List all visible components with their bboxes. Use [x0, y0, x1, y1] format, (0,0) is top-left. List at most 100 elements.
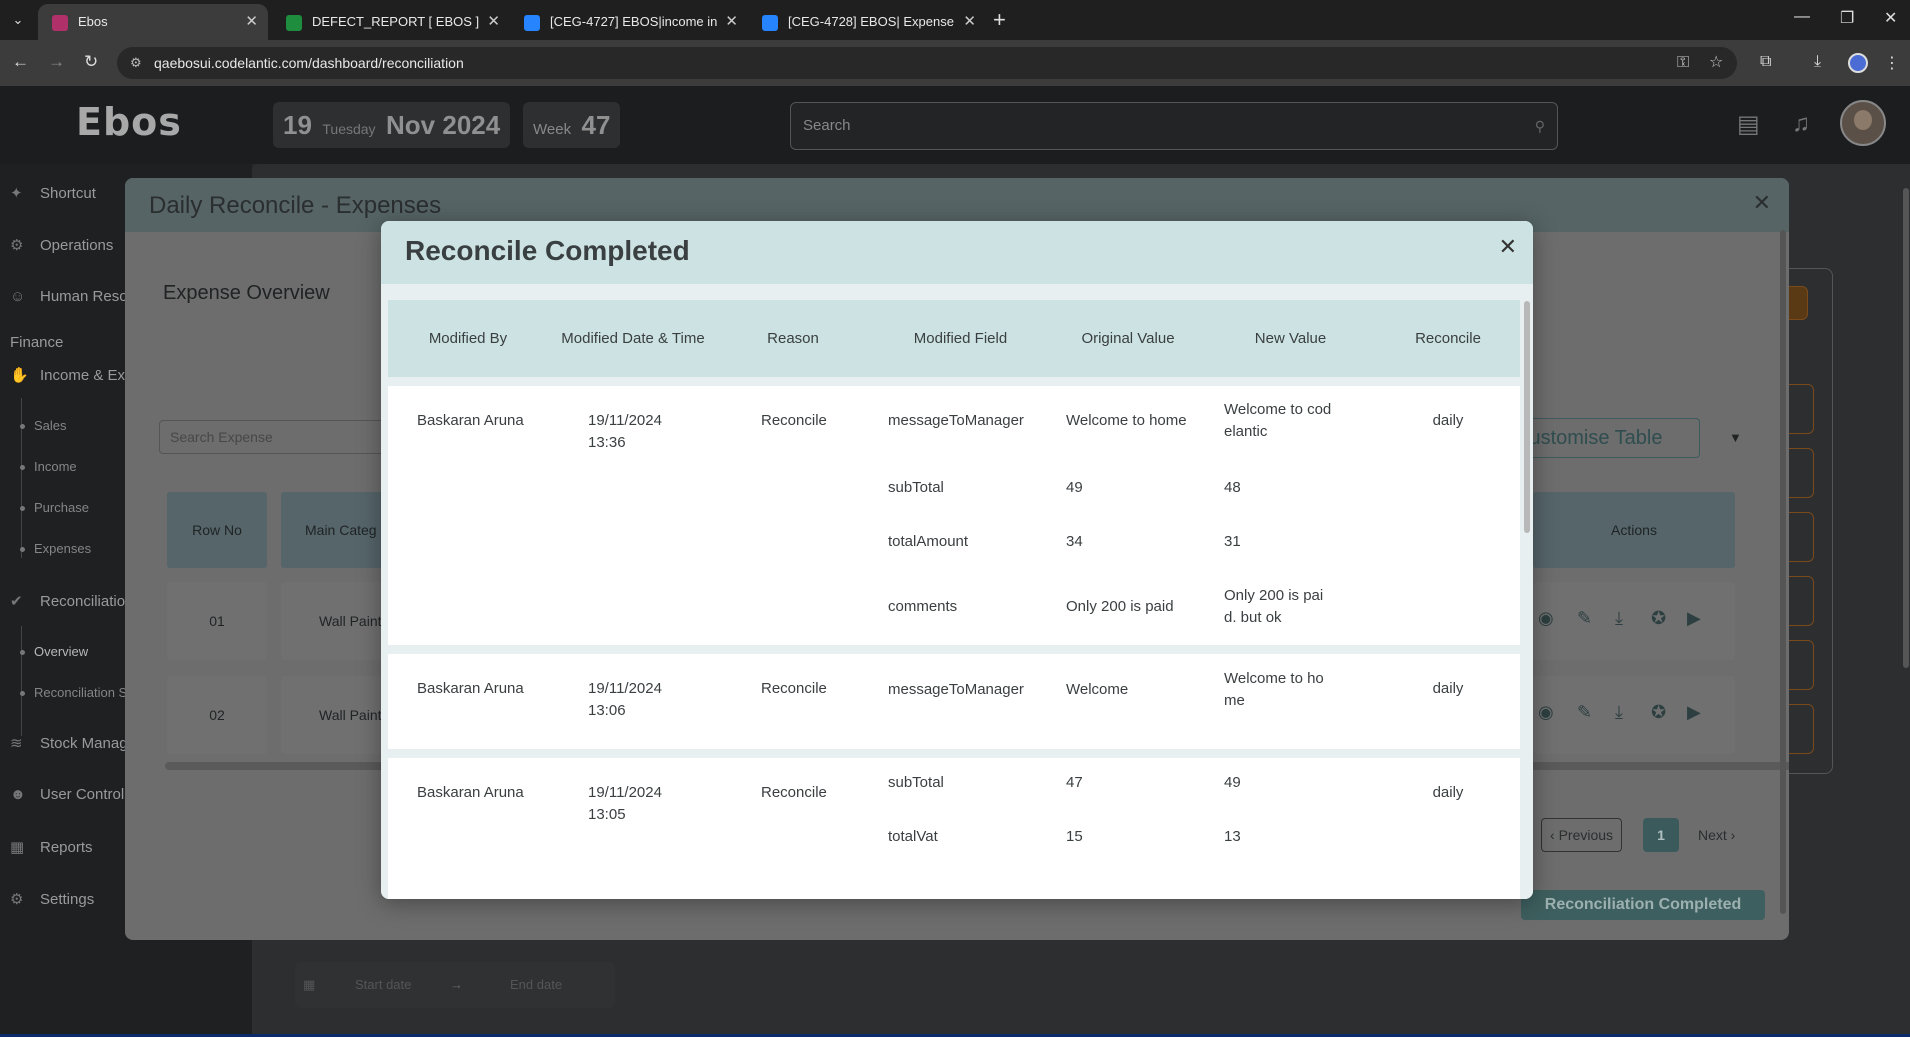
week-number: 47: [581, 110, 611, 140]
edit-icon[interactable]: ✎: [1577, 702, 1592, 723]
caret-down-icon[interactable]: ▼: [1729, 430, 1742, 445]
site-info-icon[interactable]: ⚙: [130, 47, 142, 79]
hand-coin-icon: ✋: [10, 367, 29, 384]
original-value-cell: Welcome: [1066, 681, 1129, 698]
chat-icon[interactable]: ▤: [1737, 110, 1760, 139]
download-icon[interactable]: ⤓: [1615, 608, 1623, 629]
sidebar-sub-overview[interactable]: Overview: [19, 644, 88, 659]
sidebar-item-shortcut[interactable]: ✦ Shortcut: [10, 184, 96, 202]
pagination-next-button[interactable]: Next ›: [1689, 818, 1744, 852]
date-weekday: Tuesday: [322, 121, 376, 137]
close-tab-icon[interactable]: ✕: [245, 4, 258, 40]
browser-tab-ebos[interactable]: Ebos ✕: [38, 4, 268, 40]
end-date-input[interactable]: End date: [510, 962, 562, 1008]
close-icon[interactable]: ✕: [1753, 190, 1771, 216]
bookmark-star-icon[interactable]: ☆: [1709, 47, 1723, 79]
search-expense-input[interactable]: Search Expense: [159, 420, 419, 454]
sidebar-item-reconciliation[interactable]: ✔ Reconciliatio: [10, 592, 125, 610]
tab-title: [CEG-4727] EBOS|income in rec: [550, 14, 720, 29]
sidebar-tree-line: [21, 398, 22, 558]
pagination-page-1[interactable]: 1: [1643, 818, 1679, 852]
previous-label: Previous: [1558, 827, 1614, 843]
user-avatar[interactable]: [1840, 100, 1886, 146]
column-header-new-value: New Value: [1254, 330, 1327, 347]
view-eye-icon[interactable]: ◉: [1538, 702, 1554, 723]
check-circle-icon: ✔: [10, 593, 23, 610]
sidebar-item-income-expense[interactable]: ✋ Income & Ex: [10, 366, 125, 384]
play-icon[interactable]: ▶: [1687, 702, 1701, 723]
minimize-window-button[interactable]: —: [1794, 8, 1810, 26]
bell-icon[interactable]: ♫: [1792, 110, 1810, 138]
modified-by-cell: Baskaran Aruna: [417, 784, 524, 801]
page-scrollbar[interactable]: [1903, 188, 1909, 668]
sidebar-item-user-control[interactable]: ☻ User Control: [10, 786, 124, 803]
sidebar-item-reports[interactable]: ▦ Reports: [10, 838, 93, 856]
column-header-reconcile: Reconcile: [1415, 330, 1481, 347]
edit-icon[interactable]: ✎: [1577, 608, 1592, 629]
date-month-year: Nov 2024: [386, 110, 501, 140]
date-range-picker[interactable]: ▦ Start date → End date: [295, 962, 615, 1008]
users-icon: ☻: [10, 786, 26, 803]
new-value-cell: 31: [1224, 533, 1241, 550]
reconcile-cell: daily: [1432, 680, 1464, 697]
view-eye-icon[interactable]: ◉: [1538, 608, 1554, 629]
sidebar-sub-expenses[interactable]: Expenses: [19, 541, 91, 556]
browser-tab-ceg-4728[interactable]: [CEG-4728] EBOS| Expense | Ov ✕: [748, 4, 986, 40]
modal-scrollbar[interactable]: [1780, 230, 1786, 914]
download-icon[interactable]: ⤓: [1814, 53, 1821, 71]
forward-icon[interactable]: →: [48, 52, 65, 72]
sidebar-item-stock-management[interactable]: ≋ Stock Manag: [10, 734, 128, 752]
gear-icon: ⚙: [10, 891, 24, 908]
verified-icon[interactable]: ✪: [1651, 702, 1666, 723]
close-icon[interactable]: ✕: [1499, 235, 1517, 259]
date-day: 19: [283, 110, 312, 140]
reconcile-completed-header: Reconcile Completed ✕: [381, 221, 1533, 284]
verified-icon[interactable]: ✪: [1651, 608, 1666, 629]
play-icon[interactable]: ▶: [1687, 608, 1701, 629]
sidebar-sub-sales[interactable]: Sales: [20, 418, 67, 433]
column-header-actions: Actions: [1533, 492, 1735, 568]
tab-search-icon[interactable]: ⌄: [8, 10, 28, 30]
sidebar-item-settings[interactable]: ⚙ Settings: [10, 890, 94, 908]
browser-menu-icon[interactable]: ⋮: [1884, 53, 1900, 73]
url-field[interactable]: ⚙ qaebosui.codelantic.com/dashboard/reco…: [117, 47, 1737, 79]
modified-date: 19/11/2024: [588, 412, 662, 429]
sidebar-item-human-resources[interactable]: ☺ Human Reso: [10, 288, 128, 305]
reload-icon[interactable]: ↻: [84, 52, 98, 72]
reconcile-modal-scrollbar[interactable]: [1524, 301, 1530, 533]
restore-window-button[interactable]: ❐: [1840, 8, 1854, 28]
browser-tab-defect-report[interactable]: DEFECT_REPORT [ EBOS ] - Goo ✕: [272, 4, 510, 40]
customise-table-button[interactable]: Customise Table: [1510, 418, 1700, 458]
sidebar-sub-reconciliation-summary[interactable]: Reconciliation S: [19, 685, 127, 700]
global-search-input[interactable]: Search ⚲: [790, 102, 1558, 150]
new-tab-button[interactable]: +: [993, 8, 1006, 32]
column-header-original-value: Original Value: [1081, 330, 1175, 347]
password-key-icon[interactable]: ⚿: [1677, 47, 1689, 79]
sidebar-item-label: Income & Ex: [40, 367, 126, 384]
sidebar-sub-purchase[interactable]: Purchase: [20, 500, 89, 515]
new-value-cell: 49: [1224, 774, 1241, 791]
close-tab-icon[interactable]: ✕: [963, 4, 976, 40]
reconciliation-completed-button[interactable]: Reconciliation Completed: [1521, 890, 1765, 920]
profile-avatar-icon[interactable]: [1848, 53, 1868, 73]
back-icon[interactable]: ←: [12, 52, 29, 72]
sidebar-item-label: Settings: [40, 891, 95, 908]
jira-favicon-icon: [762, 15, 778, 31]
report-icon: ▦: [10, 839, 25, 856]
sidebar-item-operations[interactable]: ⚙ Operations: [10, 236, 113, 254]
pagination-previous-button[interactable]: ‹ Previous: [1541, 818, 1623, 852]
extensions-icon[interactable]: ⧉: [1760, 53, 1771, 71]
start-date-input[interactable]: Start date: [355, 962, 411, 1008]
sidebar-item-label: Stock Manag: [40, 735, 128, 752]
close-window-button[interactable]: ✕: [1884, 8, 1897, 28]
download-icon[interactable]: ⤓: [1615, 702, 1623, 723]
close-tab-icon[interactable]: ✕: [725, 4, 738, 40]
browser-tab-ceg-4727[interactable]: [CEG-4727] EBOS|income in rec ✕: [510, 4, 748, 40]
close-tab-icon[interactable]: ✕: [487, 4, 500, 40]
reconcile-completed-body: Modified By Modified Date & Time Reason …: [381, 284, 1533, 899]
modified-field-cell: messageToManager: [888, 681, 1024, 698]
modified-by-cell: Baskaran Aruna: [417, 680, 524, 697]
column-header-reason: Reason: [767, 330, 819, 347]
sidebar-sub-income[interactable]: Income: [20, 459, 77, 474]
modified-field-cell: totalAmount: [888, 533, 969, 550]
